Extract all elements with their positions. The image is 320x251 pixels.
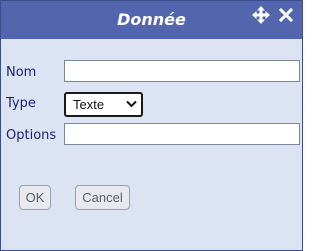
type-select[interactable]: Texte — [64, 92, 143, 117]
cancel-button[interactable]: Cancel — [75, 185, 130, 210]
ok-button[interactable]: OK — [19, 185, 51, 210]
close-icon[interactable] — [278, 7, 294, 23]
dialog-titlebar[interactable]: Donnée — [1, 1, 302, 39]
type-select-value: Texte — [73, 97, 105, 112]
nom-input[interactable] — [64, 60, 300, 82]
type-label: Type — [6, 96, 36, 111]
options-input[interactable] — [64, 123, 300, 145]
options-label: Options — [6, 128, 57, 143]
nom-label: Nom — [6, 65, 37, 80]
move-arrows-icon[interactable] — [252, 6, 270, 24]
chevron-down-icon — [126, 100, 137, 108]
donnee-dialog: Donnée Nom Type Texte Options OK Cancel — [0, 0, 303, 251]
